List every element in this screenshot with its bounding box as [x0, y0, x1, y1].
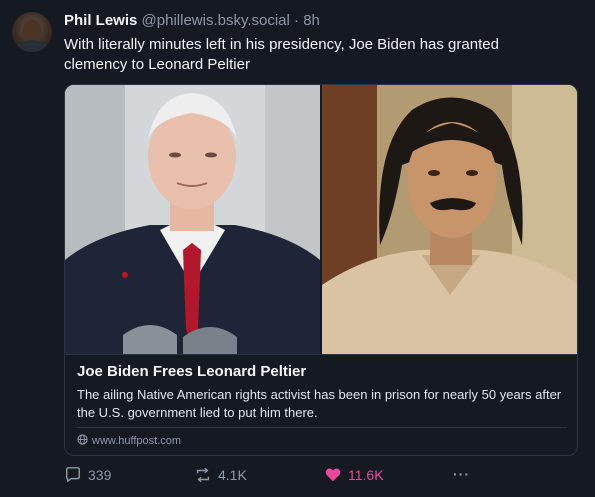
post-actions: 339 4.1K 11.6K ···	[64, 466, 578, 488]
avatar-face	[23, 19, 41, 41]
more-options-button[interactable]: ···	[453, 466, 470, 482]
repost-arrows-icon	[194, 466, 212, 484]
repost-count: 4.1K	[218, 467, 247, 483]
ellipsis-icon: ···	[453, 466, 470, 482]
photo-leonard-peltier	[322, 85, 577, 354]
link-preview-card[interactable]: Joe Biden Frees Leonard Peltier The aili…	[64, 84, 578, 456]
card-image-divider	[65, 354, 577, 355]
card-description: The ailing Native American rights activi…	[77, 387, 562, 420]
post-header: Phil Lewis @phillewis.bsky.social · 8h	[64, 11, 320, 31]
card-title: Joe Biden Frees Leonard Peltier	[77, 363, 307, 380]
post-text: With literally minutes left in his presi…	[64, 36, 499, 73]
biden-photo-illustration	[65, 85, 320, 354]
speech-bubble-icon	[64, 466, 82, 484]
author-handle[interactable]: @phillewis.bsky.social	[142, 12, 290, 29]
card-separator	[77, 427, 567, 428]
repost-button[interactable]: 4.1K	[194, 466, 247, 484]
photo-joe-biden	[65, 85, 320, 354]
card-domain-row: www.huffpost.com	[77, 434, 181, 448]
globe-icon	[77, 434, 88, 448]
reply-button[interactable]: 339	[64, 466, 111, 484]
card-images	[65, 85, 577, 354]
header-separator: ·	[294, 12, 300, 29]
card-domain: www.huffpost.com	[92, 435, 182, 447]
author-avatar[interactable]	[12, 12, 52, 52]
heart-icon	[324, 466, 342, 484]
like-count: 11.6K	[348, 467, 384, 483]
peltier-photo-illustration	[322, 85, 577, 354]
avatar-shoulders	[15, 40, 49, 52]
reply-count: 339	[88, 467, 112, 483]
post-container: Phil Lewis @phillewis.bsky.social · 8h W…	[0, 0, 595, 497]
like-button[interactable]: 11.6K	[324, 466, 384, 484]
post-timestamp[interactable]: 8h	[303, 12, 320, 29]
author-name[interactable]: Phil Lewis	[64, 12, 137, 29]
